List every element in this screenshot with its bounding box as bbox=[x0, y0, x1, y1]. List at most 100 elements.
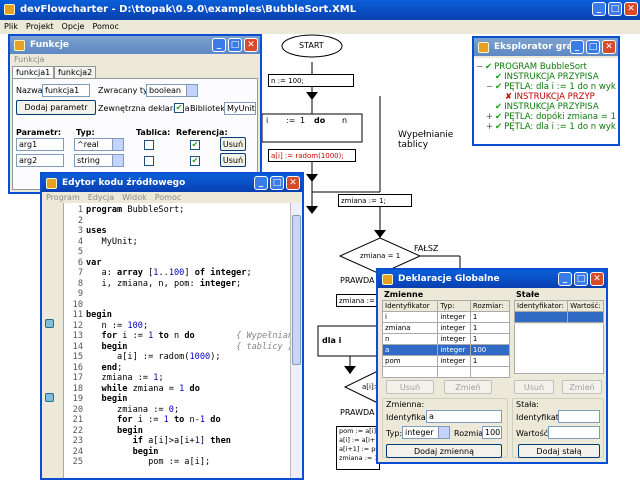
variable-id-cell[interactable]: i bbox=[381, 311, 439, 323]
code-line[interactable]: 4 MyUnit; bbox=[64, 237, 290, 248]
variable-id-cell[interactable]: n bbox=[381, 333, 439, 345]
breakpoint-marker-icon[interactable] bbox=[45, 319, 54, 328]
code-line[interactable]: 23 if a[i]>a[i+1] then bbox=[64, 436, 290, 447]
editor-menu-widok[interactable]: Widok bbox=[122, 192, 147, 203]
code-line[interactable]: 6 var bbox=[64, 258, 290, 269]
code-line-text[interactable]: program BubbleSort; bbox=[86, 205, 184, 216]
funkcje-minimize-button[interactable]: _ bbox=[212, 38, 226, 52]
tree-expander-icon[interactable]: + bbox=[486, 122, 495, 132]
param-reference-checkbox[interactable]: ✔ bbox=[190, 140, 200, 150]
code-line[interactable]: 9 bbox=[64, 289, 290, 300]
param-table-checkbox[interactable] bbox=[144, 140, 154, 150]
globals-minimize-button[interactable]: _ bbox=[558, 272, 572, 286]
variable-row[interactable]: i integer 1 bbox=[381, 311, 511, 323]
editor-menu-edycja[interactable]: Edycja bbox=[88, 192, 114, 203]
code-line[interactable]: 21 for i := 1 to n-1 do bbox=[64, 415, 290, 426]
const-col-identifier[interactable]: Identyfikator: bbox=[513, 300, 569, 312]
variable-type-cell[interactable]: integer bbox=[437, 311, 471, 323]
return-type-select[interactable]: boolean bbox=[146, 84, 198, 97]
tree-node[interactable]: − ✔ PROGRAM BubbleSort bbox=[476, 62, 616, 72]
global-declarations-window[interactable]: Deklaracje Globalne _ □ ✕ Zmienne Stałe … bbox=[376, 268, 608, 464]
editor-area[interactable]: 1 program BubbleSort; 2 3 uses 4 MyUnit; 5 6 var… bbox=[42, 203, 302, 478]
code-line-text[interactable]: zmiana := 0; bbox=[86, 405, 179, 416]
tree-node[interactable]: + ✔ PĘTLA: dla i := 1 do n wyk bbox=[476, 122, 616, 132]
code-line-text[interactable]: for i := 1 to n do { Wypełnianie } bbox=[86, 331, 290, 342]
variable-type-cell[interactable]: integer bbox=[437, 355, 471, 367]
library-input[interactable]: MyUnit bbox=[224, 102, 256, 115]
variable-id-cell[interactable]: a bbox=[381, 344, 439, 356]
code-line[interactable]: 19 begin bbox=[64, 394, 290, 405]
variable-identifier-input[interactable]: a bbox=[426, 410, 502, 423]
code-line[interactable]: 7 a: array [1..100] of integer; bbox=[64, 268, 290, 279]
breakpoint-marker-icon[interactable] bbox=[45, 393, 54, 402]
param-table-checkbox[interactable] bbox=[144, 156, 154, 166]
flow-swap[interactable]: pom := a[i]; a[i] := a[i+1]; a[i+1] := p… bbox=[336, 426, 380, 470]
code-line[interactable]: 11 begin bbox=[64, 310, 290, 321]
code-line-text[interactable]: zmiana := 1; bbox=[86, 373, 164, 384]
variable-type-cell[interactable]: integer bbox=[437, 344, 471, 356]
code-line-text[interactable]: end; bbox=[86, 363, 123, 374]
change-variable-button[interactable]: Zmień bbox=[444, 380, 492, 394]
remove-constant-button[interactable]: Usuń bbox=[514, 380, 554, 394]
funkcje-maximize-button[interactable]: □ bbox=[228, 38, 242, 52]
menu-projekt[interactable]: Projekt bbox=[26, 20, 54, 34]
constants-table[interactable]: Identyfikator: Wartość: bbox=[513, 300, 604, 323]
minimize-button[interactable]: _ bbox=[592, 2, 606, 16]
variable-size-input[interactable]: 100 bbox=[482, 426, 502, 439]
variable-row[interactable]: n integer 1 bbox=[381, 333, 511, 345]
tree-node[interactable]: + ✔ PĘTLA: dopóki zmiana = 1 bbox=[476, 112, 616, 122]
explorer-maximize-button[interactable]: □ bbox=[586, 40, 600, 54]
code-line[interactable]: 1 program BubbleSort; bbox=[64, 205, 290, 216]
code-line[interactable]: 13 for i := 1 to n do { Wypełnianie } bbox=[64, 331, 290, 342]
code-line-text[interactable]: begin bbox=[86, 426, 143, 437]
code-text[interactable]: 1 program BubbleSort; 2 3 uses 4 MyUnit; 5 6 var… bbox=[64, 205, 290, 478]
tree-node[interactable]: ✔ INSTRUKCJA PRZYPISA bbox=[476, 102, 616, 112]
code-line[interactable]: 5 bbox=[64, 247, 290, 258]
code-line-text[interactable]: if a[i]>a[i+1] then bbox=[86, 436, 231, 447]
variable-id-cell[interactable]: zmiana bbox=[381, 322, 439, 334]
explorer-titlebar[interactable]: Eksplorator grafu _ □ ✕ bbox=[474, 38, 618, 56]
code-line-text[interactable]: a: array [1..100] of integer; bbox=[86, 268, 252, 279]
add-parameter-button[interactable]: Dodaj parametr bbox=[16, 100, 96, 115]
function-name-input[interactable]: funkcja1 bbox=[42, 84, 90, 97]
code-line[interactable]: 3 uses bbox=[64, 226, 290, 237]
flow-comment[interactable]: Wypełnianie tablicy bbox=[398, 130, 458, 150]
remove-variable-button[interactable]: Usuń bbox=[386, 380, 434, 394]
funkcje-close-button[interactable]: ✕ bbox=[244, 38, 258, 52]
variable-size-cell[interactable]: 1 bbox=[469, 311, 511, 323]
variable-row[interactable]: a integer 100 bbox=[381, 344, 511, 356]
tree-node[interactable]: ✔ INSTRUKCJA PRZYPISA bbox=[476, 72, 616, 82]
code-line[interactable]: 16 end; bbox=[64, 363, 290, 374]
const-empty-cell[interactable] bbox=[513, 311, 569, 323]
editor-menu-pomoc[interactable]: Pomoc bbox=[155, 192, 182, 203]
editor-scrollbar[interactable] bbox=[290, 203, 302, 478]
variable-row[interactable]: zmiana integer 1 bbox=[381, 322, 511, 334]
menu-plik[interactable]: Plik bbox=[4, 20, 18, 34]
code-line-text[interactable]: pom := a[i]; bbox=[86, 457, 210, 468]
variable-size-cell[interactable]: 1 bbox=[469, 355, 511, 367]
tree-expander-icon[interactable]: − bbox=[486, 82, 495, 92]
menu-pomoc[interactable]: Pomoc bbox=[92, 20, 119, 34]
param-name-input[interactable]: arg2 bbox=[16, 154, 64, 167]
code-line-text[interactable]: begin { tablicy } bbox=[86, 342, 290, 353]
change-constant-button[interactable]: Zmień bbox=[562, 380, 602, 394]
const-col-value[interactable]: Wartość: bbox=[567, 300, 604, 312]
param-type-select[interactable]: string bbox=[74, 154, 124, 167]
const-empty-cell[interactable] bbox=[567, 311, 604, 323]
code-editor-window[interactable]: Edytor kodu źródłowego _ □ ✕ Program Edy… bbox=[40, 172, 304, 480]
globals-titlebar[interactable]: Deklaracje Globalne _ □ ✕ bbox=[378, 270, 606, 288]
tree-expander-icon[interactable]: − bbox=[476, 62, 485, 72]
tree-expander-icon[interactable]: + bbox=[486, 112, 495, 122]
variable-size-cell[interactable]: 100 bbox=[469, 344, 511, 356]
editor-titlebar[interactable]: Edytor kodu źródłowego _ □ ✕ bbox=[42, 174, 302, 192]
code-line-text[interactable]: begin bbox=[86, 394, 128, 405]
variable-type-select[interactable]: integer bbox=[402, 426, 450, 439]
col-identifier[interactable]: Identyfikator bbox=[381, 300, 439, 312]
flow-zmiana[interactable]: zmiana := 1; bbox=[338, 194, 412, 207]
constant-value-input[interactable] bbox=[548, 426, 600, 439]
tree-node[interactable]: ✘ INSTRUKCJA PRZYP bbox=[476, 92, 616, 102]
code-line-text[interactable]: i, zmiana, n, pom: integer; bbox=[86, 279, 242, 290]
variable-size-cell[interactable]: 1 bbox=[469, 322, 511, 334]
col-type[interactable]: Typ: bbox=[437, 300, 471, 312]
code-line[interactable]: 25 pom := a[i]; bbox=[64, 457, 290, 468]
